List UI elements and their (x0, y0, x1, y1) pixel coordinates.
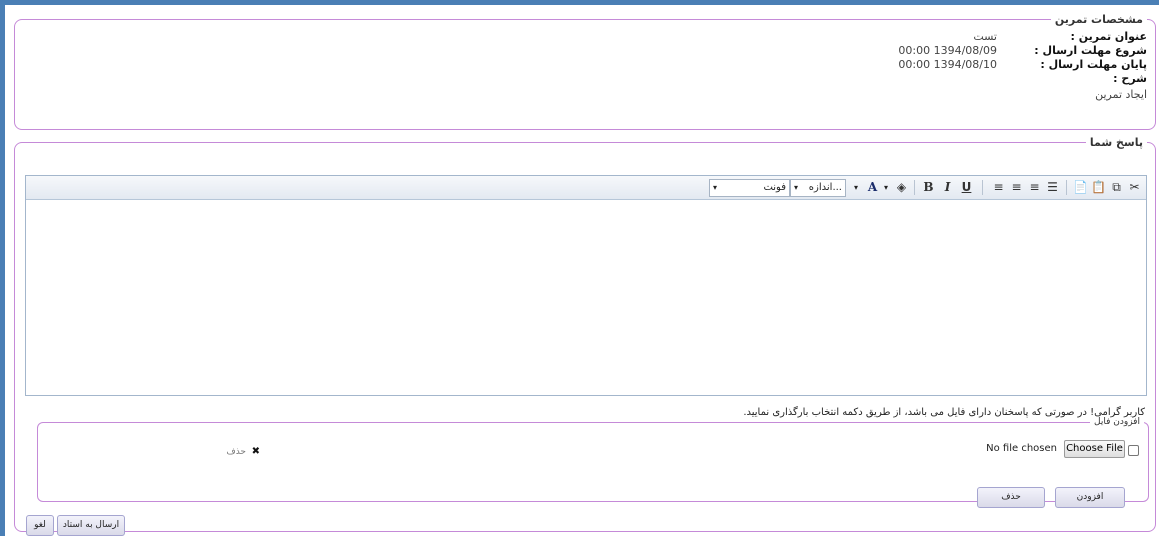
send-to-teacher-button[interactable]: ارسال به استاد (57, 515, 125, 536)
detail-row-end: پایان مهلت ارسال : 1394/08/10 00:00 (847, 58, 1147, 72)
underline-icon[interactable]: U (958, 179, 975, 196)
exercise-details-panel: مشخصات تمرین عنوان تمرین : تست شروع مهلت… (14, 13, 1156, 130)
choose-file-button[interactable]: Choose File (1064, 440, 1125, 458)
paste-word-icon[interactable]: 📄 (1072, 179, 1089, 196)
detail-row-title: عنوان تمرین : تست (847, 30, 1147, 44)
window-left-border (0, 0, 5, 536)
chevron-down-icon[interactable]: ▾ (852, 179, 860, 196)
detail-label: پایان مهلت ارسال : (1040, 58, 1147, 71)
detail-label: شرح : (1113, 72, 1147, 85)
font-color-icon[interactable]: A (864, 179, 881, 196)
detail-value: 1394/08/09 00:00 (898, 44, 997, 57)
cut-icon[interactable]: ✂ (1126, 179, 1143, 196)
font-family-select-label: فونت (763, 182, 786, 193)
bold-icon[interactable]: B (920, 179, 937, 196)
chevron-down-icon[interactable]: ▾ (882, 179, 890, 196)
add-file-panel: افزودن فایل Choose File No file chosen ✖… (37, 417, 1149, 508)
font-size-select-label: اندازه... (808, 182, 842, 193)
file-select-checkbox[interactable] (1128, 445, 1139, 456)
editor-content-area[interactable] (26, 201, 1146, 395)
description-text: ایجاد تمرین (847, 88, 1147, 102)
no-file-chosen-text: No file chosen (986, 443, 1057, 454)
toolbar-separator (914, 180, 915, 195)
chevron-down-icon: ▾ (794, 183, 799, 192)
align-center-icon[interactable]: ≡ (1008, 179, 1025, 196)
window-top-border (0, 0, 1159, 5)
add-file-legend: افزودن فایل (1094, 417, 1140, 427)
detail-label: عنوان تمرین : (1070, 30, 1148, 43)
editor-toolbar: ✂ ⧉ 📋 📄 ☰ ≡ ≡ ≡ U I B ◈ ▾ A ▾ ▾ اندازه..… (26, 176, 1146, 200)
detail-value: تست (973, 30, 997, 43)
remove-file-label: حذف (226, 447, 246, 457)
add-file-button[interactable]: افزودن (1055, 487, 1125, 508)
delete-file-button[interactable]: حذف (977, 487, 1045, 508)
remove-file-link[interactable]: ✖ حذف (215, 446, 260, 458)
align-left-icon[interactable]: ≡ (990, 179, 1007, 196)
description-value: ایجاد تمرین (1095, 88, 1147, 101)
detail-row-start: شروع مهلت ارسال : 1394/08/09 00:00 (847, 44, 1147, 58)
detail-value: 1394/08/10 00:00 (898, 58, 997, 71)
highlight-color-icon[interactable]: ◈ (893, 179, 910, 196)
align-right-icon[interactable]: ≡ (1026, 179, 1043, 196)
close-icon: ✖ (251, 446, 260, 457)
justify-full-icon[interactable]: ☰ (1044, 179, 1061, 196)
answer-panel: پاسخ شما ✂ ⧉ 📋 📄 ☰ ≡ ≡ ≡ U I B ◈ ▾ A ▾ ▾… (14, 136, 1156, 536)
detail-row-description: شرح : (847, 72, 1147, 86)
answer-legend: پاسخ شما (1089, 136, 1143, 149)
detail-label: شروع مهلت ارسال : (1034, 44, 1147, 57)
italic-icon[interactable]: I (939, 179, 956, 196)
cancel-button[interactable]: لغو (26, 515, 54, 536)
details-legend: مشخصات تمرین (1054, 13, 1143, 26)
paste-icon[interactable]: 📋 (1090, 179, 1107, 196)
rich-text-editor: ✂ ⧉ 📋 📄 ☰ ≡ ≡ ≡ U I B ◈ ▾ A ▾ ▾ اندازه..… (25, 175, 1147, 396)
font-family-select[interactable]: ▾ فونت (709, 179, 790, 197)
chevron-down-icon: ▾ (713, 183, 718, 192)
toolbar-separator (982, 180, 983, 195)
font-size-select[interactable]: ▾ اندازه... (790, 179, 846, 197)
copy-icon[interactable]: ⧉ (1108, 179, 1125, 196)
toolbar-separator (1066, 180, 1067, 195)
